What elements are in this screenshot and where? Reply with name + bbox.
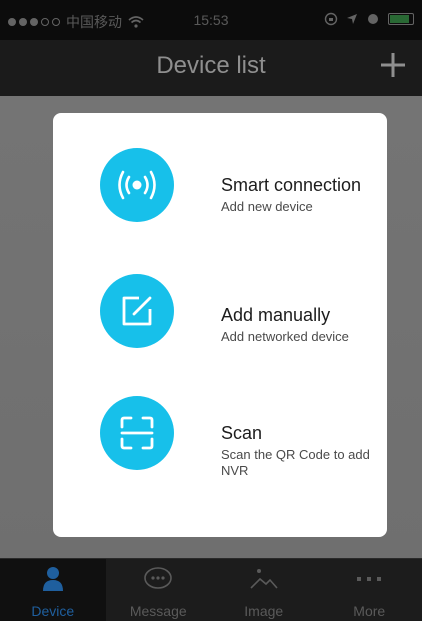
- option-subtitle: Add networked device: [221, 329, 349, 344]
- alarm-icon: [368, 14, 378, 24]
- bottom-tab-bar: Device Message Image More: [0, 558, 422, 621]
- plus-icon[interactable]: [380, 50, 406, 84]
- add-manually-option[interactable]: Add manually Add networked device: [53, 261, 387, 361]
- more-dots-icon: [317, 565, 422, 593]
- battery-icon: [388, 13, 414, 25]
- tab-message[interactable]: Message: [106, 559, 212, 621]
- option-title: Smart connection: [221, 175, 362, 195]
- smart-connection-option[interactable]: Smart connection Add new device: [53, 135, 387, 235]
- tab-more[interactable]: More: [317, 559, 422, 621]
- image-icon: [211, 565, 317, 593]
- chat-bubble-icon: [106, 565, 212, 593]
- location-icon: [347, 14, 357, 24]
- status-bar: 中国移动 15:53: [0, 0, 422, 40]
- tab-label: Message: [129, 603, 187, 619]
- add-device-modal: Smart connection Add new device Add manu…: [53, 113, 387, 537]
- tab-label: Image: [244, 603, 284, 619]
- option-subtitle: Scan the QR Code to add NVR: [221, 447, 370, 478]
- option-title: Add manually: [221, 305, 331, 325]
- person-icon: [0, 565, 106, 593]
- option-subtitle: Add new device: [221, 199, 313, 214]
- lock-rotation-icon: [324, 12, 338, 26]
- tab-image[interactable]: Image: [211, 559, 317, 621]
- page-title: Device list: [156, 52, 266, 79]
- option-title: Scan: [221, 423, 263, 443]
- navigation-bar: Device list: [0, 40, 422, 96]
- scan-frame-icon: [100, 396, 174, 470]
- tab-device[interactable]: Device: [0, 559, 106, 621]
- wireless-signal-icon: [100, 148, 174, 222]
- status-right-group: [324, 12, 414, 26]
- scan-option[interactable]: Scan Scan the QR Code to add NVR: [53, 383, 387, 483]
- tab-label: More: [353, 603, 386, 619]
- tab-label: Device: [31, 603, 75, 619]
- edit-square-icon: [100, 274, 174, 348]
